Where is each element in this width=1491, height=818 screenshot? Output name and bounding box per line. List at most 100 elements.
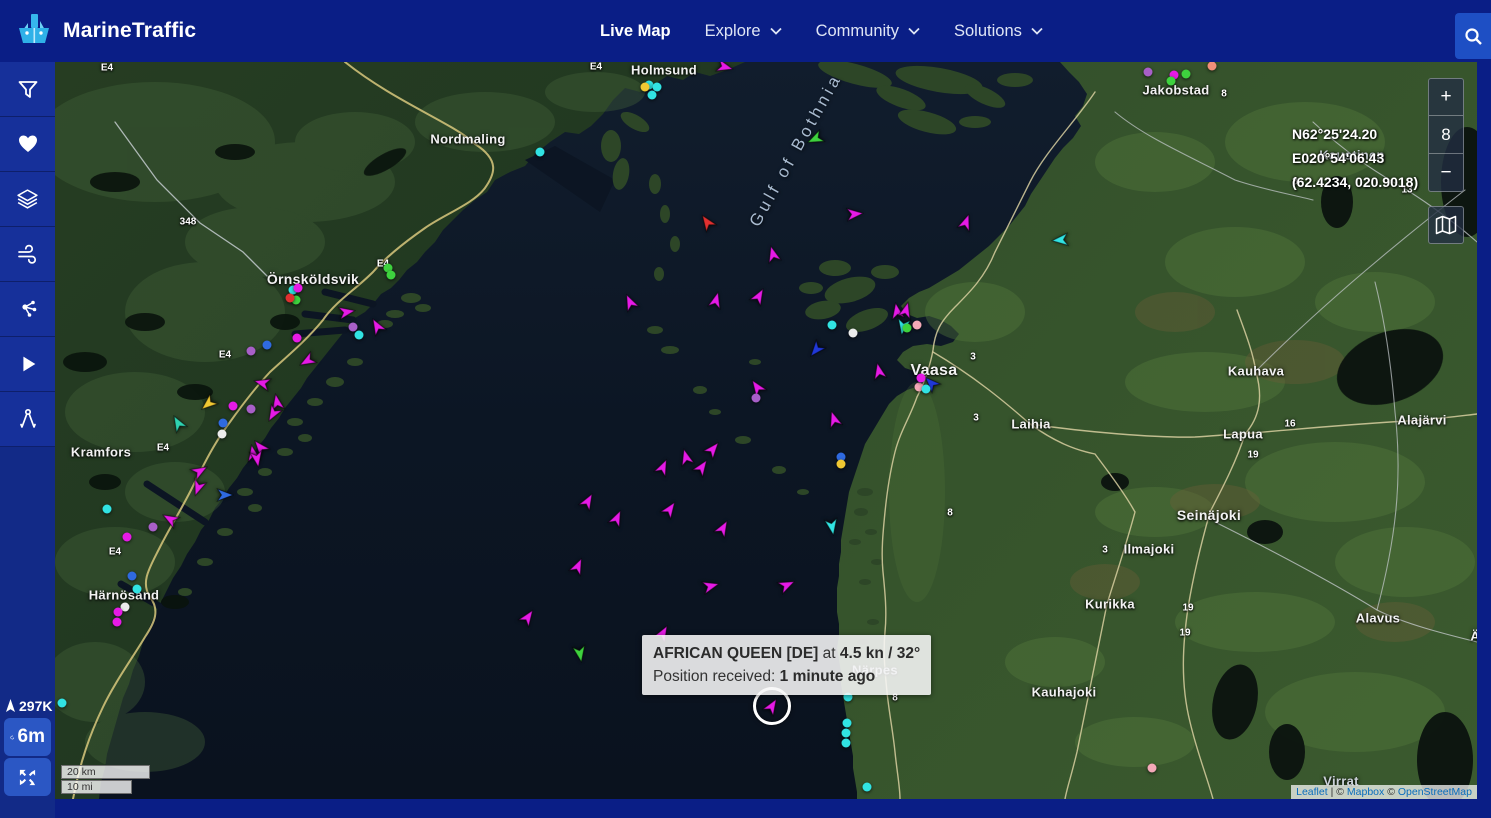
nav-solutions[interactable]: Solutions xyxy=(954,22,1043,41)
map-canvas[interactable]: Gulf of Bothnia HolmsundNordmalingÖrnskö… xyxy=(55,62,1477,799)
ship-marker[interactable] xyxy=(913,321,922,330)
playback-button[interactable] xyxy=(0,337,55,392)
ship-marker[interactable] xyxy=(717,62,733,76)
ship-marker[interactable] xyxy=(779,576,795,594)
ship-marker[interactable] xyxy=(917,374,926,383)
ship-marker[interactable] xyxy=(752,394,761,403)
ship-marker[interactable] xyxy=(520,608,536,626)
expand-button[interactable] xyxy=(4,758,51,796)
zoom-in-button[interactable]: + xyxy=(1428,78,1464,116)
ship-marker[interactable] xyxy=(536,148,545,157)
ship-marker[interactable] xyxy=(655,458,671,476)
weather-button[interactable] xyxy=(0,227,55,282)
ship-marker[interactable] xyxy=(190,479,206,497)
ship-marker[interactable] xyxy=(903,324,912,333)
ship-marker[interactable] xyxy=(871,362,887,380)
selected-ship-marker[interactable] xyxy=(764,697,780,715)
ship-marker[interactable] xyxy=(170,414,186,432)
nav-live-map[interactable]: Live Map xyxy=(600,22,671,41)
ship-marker[interactable] xyxy=(113,618,122,627)
ship-marker[interactable] xyxy=(863,783,872,792)
ship-marker[interactable] xyxy=(217,486,233,504)
ship-marker[interactable] xyxy=(1182,70,1191,79)
ship-marker[interactable] xyxy=(133,585,142,594)
ship-marker[interactable] xyxy=(200,395,216,413)
ship-marker[interactable] xyxy=(218,430,227,439)
ship-marker[interactable] xyxy=(387,271,396,280)
filter-button[interactable] xyxy=(0,62,55,117)
ship-marker[interactable] xyxy=(662,500,678,518)
ship-marker[interactable] xyxy=(1208,62,1217,71)
ship-marker[interactable] xyxy=(715,519,731,537)
ship-marker[interactable] xyxy=(369,317,385,335)
ship-marker[interactable] xyxy=(641,83,650,92)
ship-marker[interactable] xyxy=(1148,764,1157,773)
ship-marker[interactable] xyxy=(286,294,295,303)
map-style-button[interactable] xyxy=(1428,206,1464,244)
ship-marker[interactable] xyxy=(699,213,715,231)
ship-marker[interactable] xyxy=(958,213,974,231)
ship-marker[interactable] xyxy=(609,509,625,527)
brand[interactable]: MarineTraffic xyxy=(14,8,196,53)
ship-marker[interactable] xyxy=(648,91,657,100)
ship-marker[interactable] xyxy=(824,518,840,536)
ship-marker[interactable] xyxy=(128,572,137,581)
ship-marker[interactable] xyxy=(249,450,265,468)
search-button[interactable] xyxy=(1455,13,1491,59)
ship-marker[interactable] xyxy=(339,303,355,321)
ship-marker[interactable] xyxy=(826,410,842,428)
ship-marker[interactable] xyxy=(703,577,719,595)
ship-marker[interactable] xyxy=(580,492,596,510)
favorites-button[interactable] xyxy=(0,117,55,172)
ship-marker[interactable] xyxy=(842,729,851,738)
ship-marker[interactable] xyxy=(293,334,302,343)
ship-marker[interactable] xyxy=(765,245,781,263)
connections-button[interactable] xyxy=(0,282,55,337)
measure-button[interactable] xyxy=(0,392,55,447)
ship-marker[interactable] xyxy=(843,719,852,728)
ship-marker[interactable] xyxy=(828,321,837,330)
ship-marker[interactable] xyxy=(162,510,178,528)
ship-marker[interactable] xyxy=(247,405,256,414)
ship-marker[interactable] xyxy=(678,448,694,466)
osm-link[interactable]: OpenStreetMap xyxy=(1398,786,1472,798)
ship-marker[interactable] xyxy=(294,284,303,293)
ship-marker[interactable] xyxy=(808,341,824,359)
ship-marker[interactable] xyxy=(247,347,256,356)
ship-marker[interactable] xyxy=(114,608,123,617)
nav-community[interactable]: Community xyxy=(816,22,920,41)
zoom-out-button[interactable]: − xyxy=(1428,154,1464,192)
ship-marker[interactable] xyxy=(570,557,586,575)
ship-marker[interactable] xyxy=(103,505,112,514)
ship-marker[interactable] xyxy=(807,130,823,148)
ship-marker[interactable] xyxy=(922,385,931,394)
layers-button[interactable] xyxy=(0,172,55,227)
ship-marker[interactable] xyxy=(572,645,588,663)
ship-marker[interactable] xyxy=(708,291,724,309)
ship-marker[interactable] xyxy=(254,374,270,392)
ship-marker[interactable] xyxy=(58,699,67,708)
ship-marker[interactable] xyxy=(849,329,858,338)
ship-marker[interactable] xyxy=(847,205,863,223)
ship-marker[interactable] xyxy=(898,301,914,319)
ship-marker[interactable] xyxy=(219,419,228,428)
ship-marker[interactable] xyxy=(751,287,767,305)
ship-marker[interactable] xyxy=(837,460,846,469)
ship-marker[interactable] xyxy=(1144,68,1153,77)
ship-marker[interactable] xyxy=(1052,231,1068,249)
mapbox-link[interactable]: Mapbox xyxy=(1347,786,1384,798)
ship-marker[interactable] xyxy=(265,405,281,423)
ship-marker[interactable] xyxy=(842,739,851,748)
ship-marker[interactable] xyxy=(229,402,238,411)
ship-marker[interactable] xyxy=(1167,77,1176,86)
ship-marker[interactable] xyxy=(622,293,638,311)
ship-marker[interactable] xyxy=(149,523,158,532)
ship-marker[interactable] xyxy=(123,533,132,542)
ship-marker[interactable] xyxy=(263,341,272,350)
ship-marker[interactable] xyxy=(299,352,315,370)
refresh-interval-button[interactable]: 6m xyxy=(4,718,51,756)
leaflet-link[interactable]: Leaflet xyxy=(1296,786,1328,798)
ship-marker[interactable] xyxy=(705,440,721,458)
ship-marker[interactable] xyxy=(355,331,364,340)
nav-explore[interactable]: Explore xyxy=(705,22,782,41)
